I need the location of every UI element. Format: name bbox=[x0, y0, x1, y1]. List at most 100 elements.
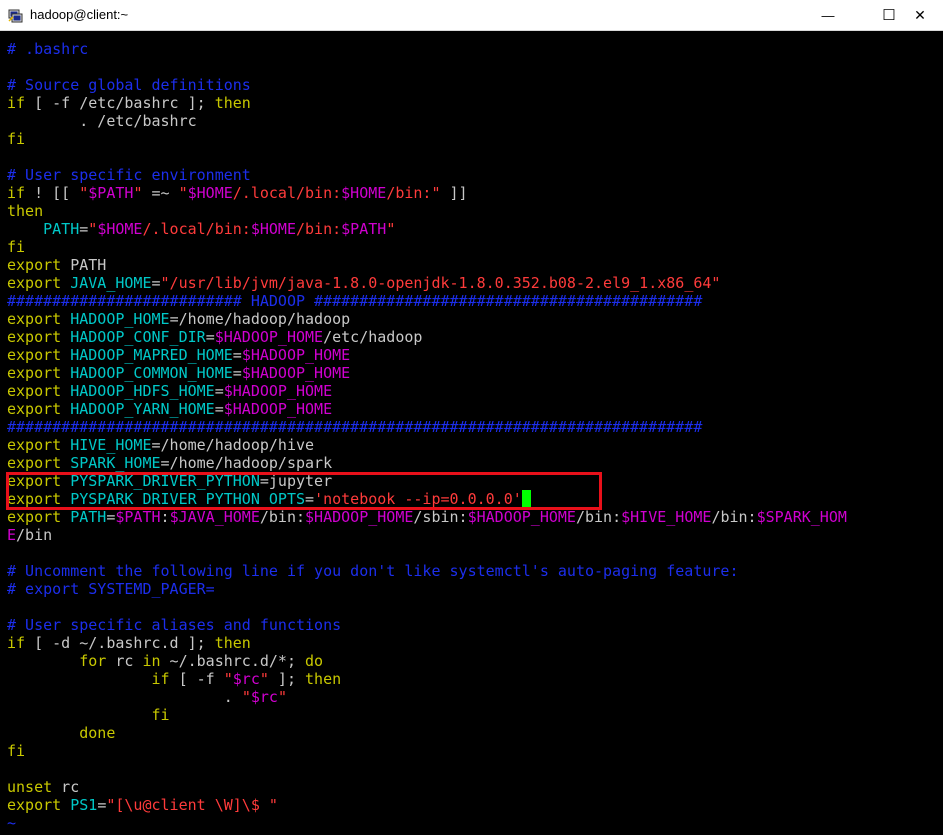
editor-line[interactable]: # User specific environment bbox=[7, 166, 251, 184]
keyword-text: export bbox=[7, 454, 62, 472]
code-text: = bbox=[97, 796, 107, 814]
variable-name: JAVA_HOME bbox=[70, 274, 152, 292]
variable-name: PYSPARK_DRIVER_PYTHON_OPTS bbox=[70, 490, 306, 508]
editor-line[interactable]: ########################## HADOOP ######… bbox=[7, 292, 702, 310]
string-literal: " bbox=[79, 184, 89, 202]
editor-line[interactable]: if [ -f "$rc" ]; then bbox=[7, 670, 342, 688]
editor-line[interactable]: ~ bbox=[7, 814, 16, 832]
code-text: rc bbox=[52, 778, 80, 796]
editor-line[interactable]: # Uncomment the following line if you do… bbox=[7, 562, 739, 580]
code-text: . bbox=[7, 688, 242, 706]
editor-line[interactable]: if [ -d ~/.bashrc.d ]; then bbox=[7, 634, 251, 652]
keyword-text: if bbox=[7, 634, 26, 652]
minimize-button[interactable]: — bbox=[805, 0, 851, 30]
editor-line[interactable]: then bbox=[7, 202, 43, 220]
editor-line[interactable]: export HADOOP_COMMON_HOME=$HADOOP_HOME bbox=[7, 364, 350, 382]
string-literal: " bbox=[277, 688, 287, 706]
close-button[interactable]: ✕ bbox=[897, 0, 943, 30]
keyword-text: do bbox=[305, 652, 324, 670]
editor-line[interactable]: if ! [[ "$PATH" =~ "$HOME/.local/bin:$HO… bbox=[7, 184, 468, 202]
editor-line[interactable]: export HIVE_HOME=/home/hadoop/hive bbox=[7, 436, 314, 454]
keyword-text: export bbox=[7, 490, 62, 508]
editor-line[interactable]: fi bbox=[7, 130, 25, 148]
keyword-text: export bbox=[7, 436, 62, 454]
editor-line[interactable]: if [ -f /etc/bashrc ]; then bbox=[7, 94, 251, 112]
keyword-text: in bbox=[142, 652, 161, 670]
editor-line[interactable]: export JAVA_HOME="/usr/lib/jvm/java-1.8.… bbox=[7, 274, 720, 292]
editor-line[interactable]: export PS1="[\u@client \W]\$ " bbox=[7, 796, 278, 814]
editor-line[interactable]: PATH="$HOME/.local/bin:$HOME/bin:$PATH" bbox=[7, 220, 395, 238]
code-text: =/home/hadoop/spark bbox=[160, 454, 333, 472]
terminal-editor[interactable]: # .bashrc # Source global definitions if [… bbox=[0, 31, 943, 835]
variable-reference: $HOME bbox=[97, 220, 143, 238]
keyword-text: export bbox=[7, 256, 62, 274]
keyword-text: fi bbox=[151, 706, 170, 724]
variable-name: SPARK_HOME bbox=[70, 454, 161, 472]
string-literal: " bbox=[386, 220, 396, 238]
variable-name: HADOOP_YARN_HOME bbox=[70, 400, 215, 418]
editor-line[interactable]: # Source global definitions bbox=[7, 76, 251, 94]
editor-line[interactable]: fi bbox=[7, 706, 170, 724]
editor-line[interactable]: # export SYSTEMD_PAGER= bbox=[7, 580, 215, 598]
keyword-text: export bbox=[7, 796, 62, 814]
string-literal: " bbox=[178, 184, 188, 202]
code-text: ~/.bashrc.d/*; bbox=[160, 652, 306, 670]
keyword-text: export bbox=[7, 382, 62, 400]
keyword-text: then bbox=[214, 634, 251, 652]
editor-line[interactable]: export HADOOP_CONF_DIR=$HADOOP_HOME/etc/… bbox=[7, 328, 422, 346]
keyword-text: then bbox=[214, 94, 251, 112]
keyword-text: export bbox=[7, 328, 62, 346]
variable-reference: $rc bbox=[232, 670, 260, 688]
variable-reference: $HOME bbox=[187, 184, 233, 202]
code-text: /bin: bbox=[259, 508, 306, 526]
variable-reference: $HADOOP_HOME bbox=[223, 382, 333, 400]
editor-line[interactable]: for rc in ~/.bashrc.d/*; do bbox=[7, 652, 323, 670]
keyword-text: unset bbox=[7, 778, 53, 796]
keyword-text: if bbox=[151, 670, 170, 688]
variable-reference: $HADOOP_HOME bbox=[305, 508, 414, 526]
string-literal: " bbox=[88, 220, 98, 238]
editor-line[interactable]: export HADOOP_HOME=/home/hadoop/hadoop bbox=[7, 310, 350, 328]
editor-line[interactable]: export HADOOP_HDFS_HOME=$HADOOP_HOME bbox=[7, 382, 332, 400]
string-literal: " bbox=[241, 688, 251, 706]
editor-line[interactable]: export PYSPARK_DRIVER_PYTHON=jupyter bbox=[7, 472, 332, 490]
keyword-text: if bbox=[7, 184, 26, 202]
putty-terminal-icon bbox=[8, 9, 23, 23]
comment-text: # .bashrc bbox=[7, 40, 89, 58]
editor-line[interactable]: E/bin bbox=[7, 526, 52, 544]
editor-line[interactable]: export HADOOP_MAPRED_HOME=$HADOOP_HOME bbox=[7, 346, 350, 364]
variable-name: PATH bbox=[43, 220, 80, 238]
editor-line[interactable]: export PYSPARK_DRIVER_PYTHON_OPTS='noteb… bbox=[7, 490, 531, 508]
editor-line[interactable]: export SPARK_HOME=/home/hadoop/spark bbox=[7, 454, 332, 472]
title-bar[interactable]: hadoop@client:~ — ☐ ✕ bbox=[0, 0, 943, 31]
variable-reference: $HADOOP_HOME bbox=[214, 328, 324, 346]
editor-line[interactable]: fi bbox=[7, 238, 25, 256]
string-literal: 'notebook --ip=0.0.0.0' bbox=[314, 490, 522, 508]
editor-line[interactable]: fi bbox=[7, 742, 25, 760]
variable-name: HADOOP_CONF_DIR bbox=[70, 328, 206, 346]
editor-line[interactable]: export HADOOP_YARN_HOME=$HADOOP_HOME bbox=[7, 400, 332, 418]
string-literal: "/usr/lib/jvm/java-1.8.0-openjdk-1.8.0.3… bbox=[160, 274, 721, 292]
editor-line[interactable]: export PATH bbox=[7, 256, 106, 274]
code-text: = bbox=[232, 364, 242, 382]
variable-name: PYSPARK_DRIVER_PYTHON bbox=[70, 472, 260, 490]
editor-line[interactable]: . "$rc" bbox=[7, 688, 287, 706]
variable-name: PS1 bbox=[70, 796, 98, 814]
editor-line[interactable]: ########################################… bbox=[7, 418, 702, 436]
editor-line[interactable]: done bbox=[7, 724, 115, 742]
editor-line[interactable]: # User specific aliases and functions bbox=[7, 616, 341, 634]
code-text: /sbin: bbox=[413, 508, 468, 526]
variable-reference: $JAVA_HOME bbox=[169, 508, 260, 526]
editor-line[interactable]: export PATH=$PATH:$JAVA_HOME/bin:$HADOOP… bbox=[7, 508, 847, 526]
variable-name: PATH bbox=[70, 508, 107, 526]
editor-line[interactable]: . /etc/bashrc bbox=[7, 112, 196, 130]
editor-line[interactable]: # .bashrc bbox=[7, 40, 88, 58]
editor-line[interactable]: unset rc bbox=[7, 778, 79, 796]
variable-reference: $HADOOP_HOME bbox=[467, 508, 576, 526]
